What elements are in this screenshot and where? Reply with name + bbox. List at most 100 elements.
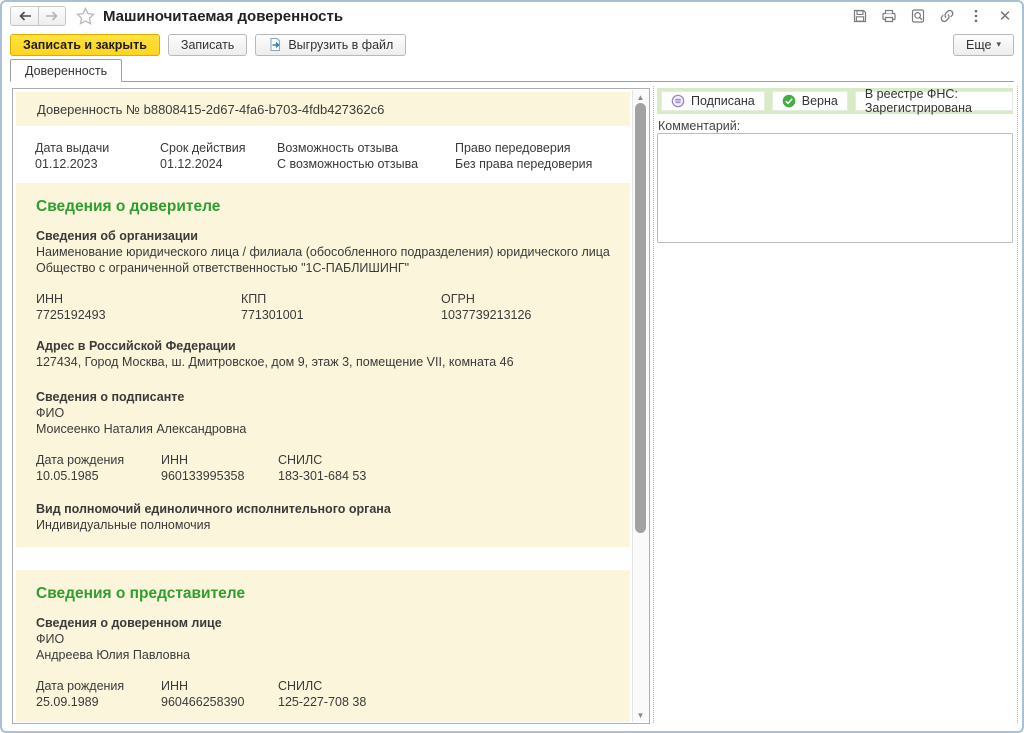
id-label: ОГРН [441,292,475,306]
close-icon[interactable]: ✕ [996,7,1014,25]
favorite-star-icon[interactable] [76,7,95,25]
rep-fio-label: ФИО [36,632,65,646]
org-ogrn: ОГРН 1037739213126 [441,291,531,323]
scroll-up-icon[interactable]: ▲ [633,90,648,104]
meta-value: 01.12.2023 [35,157,98,171]
signer-inn: ИНН 960133995358 [161,452,278,484]
document-scroll-area[interactable]: Доверенность № b8808415-2d67-4fa6-b703-4… [14,90,632,722]
export-file-label: Выгрузить в файл [288,37,394,52]
id-label: ИНН [36,292,64,306]
meta-label: Дата выдачи [35,141,110,155]
signer-snils: СНИЛС 183-301-684 53 [278,452,366,484]
id-value: 125-227-708 38 [278,695,367,709]
signer-birthdate: Дата рождения 10.05.1985 [36,452,161,484]
id-value: 960133995358 [161,469,245,483]
forward-arrow-icon [46,11,58,21]
powers-value: Индивидуальные полномочия [36,518,211,532]
export-file-icon [270,37,281,52]
org-kpp: КПП 771301001 [241,291,441,323]
id-value: 10.05.1985 [36,469,99,483]
meta-label: Срок действия [160,141,246,155]
id-label: СНИЛС [278,453,323,467]
rep-fio: Андреева Юлия Павловна [36,648,191,662]
org-ids-row: ИНН 7725192493 КПП 771301001 ОГРН 103773… [36,291,610,323]
preview-icon[interactable] [909,7,927,25]
meta-revocability: Возможность отзыва С возможностью отзыва [277,140,455,172]
signer-header: Сведения о подписанте [36,390,185,404]
id-value: 960466258390 [161,695,245,709]
id-label: СНИЛС [278,679,323,693]
status-badge-signed: Подписана [661,91,765,111]
meta-value: Без права передоверия [455,157,593,171]
id-label: ИНН [161,679,189,693]
person-header: Сведения о доверенном лице [36,616,222,630]
id-value: 183-301-684 53 [278,469,367,483]
address-value: 127434, Город Москва, ш. Дмитровское, до… [36,355,514,369]
id-value: 1037739213126 [441,308,532,322]
rep-ids-row: Дата рождения 25.09.1989 ИНН 96046625839… [36,678,610,710]
chevron-down-icon: ▾ [996,39,1001,49]
save-close-button[interactable]: Записать и закрыть [10,33,160,56]
id-label: КПП [241,292,267,306]
status-badge-label: Верна [801,94,838,108]
meta-valid-until: Срок действия 01.12.2024 [160,140,277,172]
back-arrow-icon [18,11,31,21]
panel-splitter-left[interactable] [653,86,654,723]
toolbar: Записать и закрыть Записать Выгрузить в … [2,31,1022,58]
print-icon[interactable] [880,7,898,25]
org-name: Общество с ограниченной ответственностью… [36,261,410,275]
id-label: Дата рождения [36,453,125,467]
rep-inn: ИНН 960466258390 [161,678,278,710]
app-window: Машиночитаемая доверенность ✕ Записать и… [0,0,1024,733]
id-label: Дата рождения [36,679,125,693]
kebab-menu-icon[interactable] [967,7,985,25]
more-button[interactable]: Еще ▾ [953,33,1014,56]
page-title: Машиночитаемая доверенность [103,7,344,25]
doc-meta-row: Дата выдачи 01.12.2023 Срок действия 01.… [14,140,632,172]
id-value: 771301001 [241,308,304,322]
org-header: Сведения об организации [36,229,198,243]
id-label: ИНН [161,453,189,467]
back-button[interactable] [11,7,38,25]
doc-number-band: Доверенность № b8808415-2d67-4fa6-b703-4… [16,92,630,126]
principal-section: Сведения о доверителе Сведения об органи… [16,183,630,547]
stamp-icon [671,94,685,108]
meta-value: 01.12.2024 [160,157,223,171]
scrollbar-thumb[interactable] [635,103,646,533]
panel-splitter-right[interactable] [1017,86,1018,723]
more-label: Еще [966,37,992,52]
nav-history-group [10,6,66,26]
status-badge-valid: Верна [771,91,848,111]
save-icon[interactable] [851,7,869,25]
id-value: 7725192493 [36,308,106,322]
forward-button[interactable] [38,7,65,25]
meta-issue-date: Дата выдачи 01.12.2023 [35,140,160,172]
status-badge-label: В реестре ФНС: Зарегистрирована [864,87,972,115]
vertical-scrollbar[interactable]: ▲ ▼ [632,90,648,722]
meta-label: Возможность отзыва [277,141,399,155]
status-badge-fns-registered: В реестре ФНС: Зарегистрирована [854,87,1013,115]
id-value: 25.09.1989 [36,695,99,709]
titlebar-icons: ✕ [851,7,1014,25]
powers-header: Вид полномочий единоличного исполнительн… [36,502,391,516]
rep-birthdate: Дата рождения 25.09.1989 [36,678,161,710]
principal-section-title: Сведения о доверителе [36,198,221,215]
title-bar: Машиночитаемая доверенность ✕ [2,2,1022,30]
save-button[interactable]: Записать [167,33,248,56]
comment-label: Комментарий: [658,119,741,133]
meta-value: С возможностью отзыва [277,157,419,171]
document-panel: Доверенность № b8808415-2d67-4fa6-b703-4… [12,88,650,724]
status-badge-label: Подписана [691,94,755,108]
link-icon[interactable] [938,7,956,25]
meta-substitution: Право передоверия Без права передоверия [455,140,592,172]
rep-snils: СНИЛС 125-227-708 38 [278,678,366,710]
export-file-button[interactable]: Выгрузить в файл [255,33,407,56]
org-inn: ИНН 7725192493 [36,291,241,323]
tab-doverennost[interactable]: Доверенность [10,59,123,82]
check-icon [782,94,796,108]
address-header: Адрес в Российской Федерации [36,339,236,353]
comment-input[interactable] [657,133,1013,243]
representative-section: Сведения о представителе Сведения о дове… [16,570,630,722]
signer-ids-row: Дата рождения 10.05.1985 ИНН 96013399535… [36,452,610,484]
scroll-down-icon[interactable]: ▼ [633,708,648,722]
